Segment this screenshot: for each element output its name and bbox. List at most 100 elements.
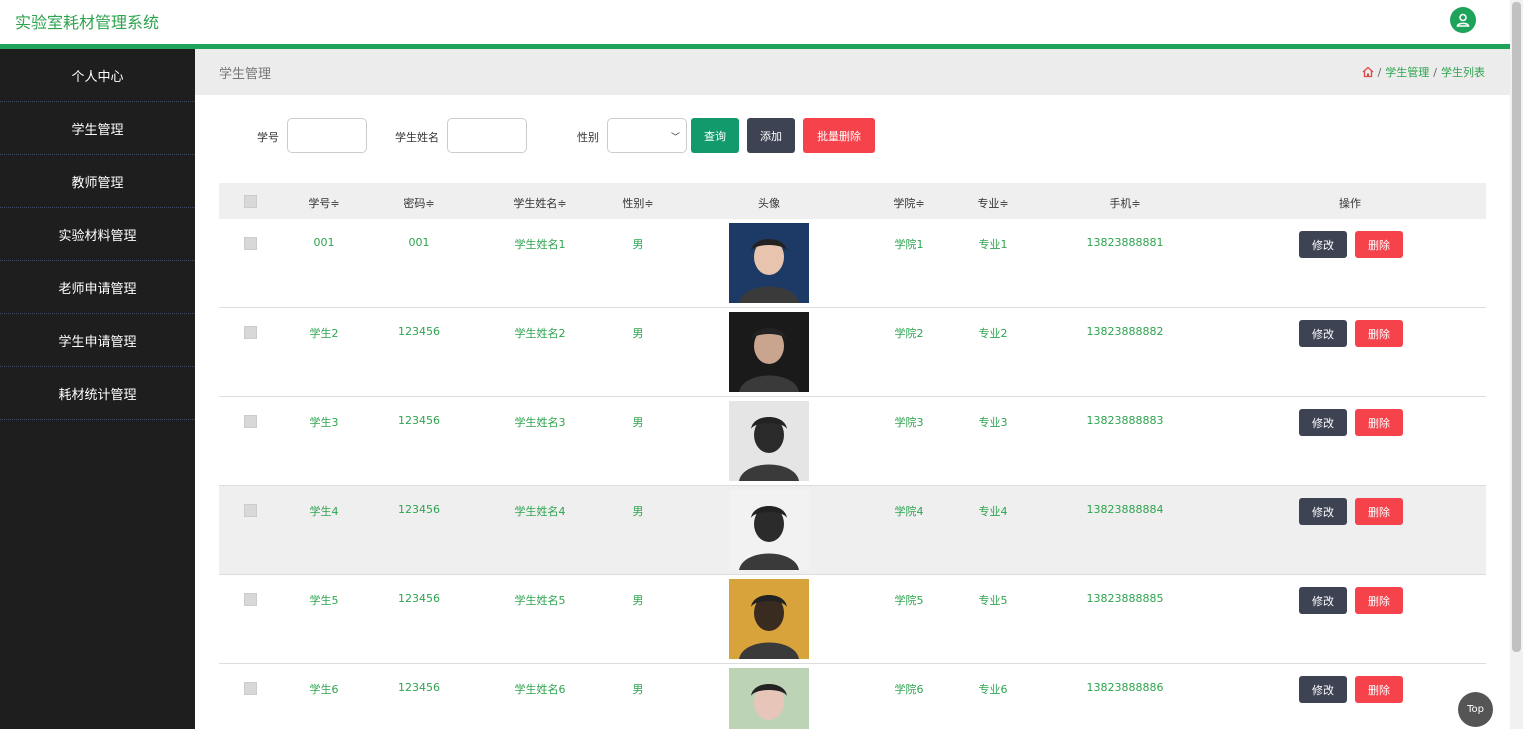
delete-button[interactable]: 删除 [1355,676,1403,703]
cell-student-no: 学生5 [309,594,339,607]
edit-button[interactable]: 修改 [1299,231,1347,258]
column-header-gender[interactable]: 性别≑ [622,195,653,211]
sidebar-item-label: 教师管理 [71,175,124,191]
cell-student-no: 学生3 [309,416,339,429]
sidebar-item-personal-center[interactable]: 个人中心 [0,49,195,102]
cell-college: 学院5 [894,594,924,607]
delete-button[interactable]: 删除 [1355,498,1403,525]
delete-button[interactable]: 删除 [1355,587,1403,614]
cell-student-no: 001 [313,236,335,249]
chevron-down-icon: ▾ [130,229,135,239]
cell-student-name: 学生姓名6 [514,683,566,696]
column-header-student-name[interactable]: 学生姓名≑ [513,195,566,211]
student-no-input[interactable] [287,118,367,153]
cell-phone: 13823888883 [1086,414,1164,427]
avatar [729,579,809,659]
cell-student-no: 学生6 [309,683,339,696]
cell-phone: 13823888885 [1086,592,1164,605]
table-row: 学生2 123456 学生姓名2 男 学院2 专业2 13823888882 修改 删除 [219,308,1486,397]
avatar [729,668,809,729]
row-checkbox[interactable] [244,593,257,606]
user-avatar-icon[interactable] [1450,7,1476,33]
cell-college: 学院1 [894,238,924,251]
sidebar-item-label: 耗材统计管理 [58,387,137,403]
cell-gender: 男 [632,683,644,696]
cell-phone: 13823888882 [1086,325,1164,338]
student-name-input[interactable] [447,118,527,153]
chevron-down-icon: ▾ [130,388,135,398]
chevron-down-icon: ▾ [130,335,135,345]
column-header-avatar: 头像 [758,197,780,210]
breadcrumb-bar: 学生管理 / 学生管理 / 学生列表 [195,49,1510,95]
table-row: 学生5 123456 学生姓名5 男 学院5 专业5 13823888885 修改 删除 [219,575,1486,664]
column-header-major[interactable]: 专业≑ [977,195,1008,211]
cell-phone: 13823888884 [1086,503,1164,516]
chevron-down-icon: ▾ [117,176,122,186]
cell-college: 学院2 [894,327,924,340]
breadcrumb-separator: / [1377,65,1382,79]
column-header-password[interactable]: 密码≑ [403,195,434,211]
select-all-checkbox[interactable] [244,195,257,208]
avatar [729,490,809,570]
add-button[interactable]: 添加 [747,118,795,153]
cell-college: 学院4 [894,505,924,518]
cell-password: 123456 [398,681,440,694]
sidebar-item-consumable-statistics[interactable]: 耗材统计管理 ▾ [0,367,195,420]
row-checkbox[interactable] [244,504,257,517]
row-checkbox[interactable] [244,237,257,250]
back-to-top-button[interactable]: Top [1458,692,1493,727]
page-title: 学生管理 [219,67,272,82]
row-checkbox[interactable] [244,415,257,428]
sidebar-item-student-applications[interactable]: 学生申请管理 ▾ [0,314,195,367]
edit-button[interactable]: 修改 [1299,587,1347,614]
batch-delete-button[interactable]: 批量删除 [803,118,875,153]
app-title: 实验室耗材管理系统 [15,13,160,32]
column-header-student-no[interactable]: 学号≑ [308,195,339,211]
cell-student-no: 学生2 [309,327,339,340]
cell-student-name: 学生姓名3 [514,416,566,429]
edit-button[interactable]: 修改 [1299,409,1347,436]
cell-major: 专业1 [978,238,1008,251]
row-checkbox[interactable] [244,326,257,339]
delete-button[interactable]: 删除 [1355,409,1403,436]
breadcrumb-item[interactable]: 学生管理 [1385,64,1429,80]
table-header: 学号≑ 密码≑ 学生姓名≑ 性别≑ 头像 学院≑ 专业≑ 手机≑ 操作 [219,183,1486,219]
home-icon[interactable] [1362,66,1374,78]
edit-button[interactable]: 修改 [1299,498,1347,525]
column-header-phone[interactable]: 手机≑ [1109,195,1140,211]
top-bar: 实验室耗材管理系统 [0,0,1510,44]
cell-password: 123456 [398,592,440,605]
cell-password: 123456 [398,503,440,516]
sidebar-item-teacher-management[interactable]: 教师管理 ▾ [0,155,195,208]
cell-student-name: 学生姓名1 [514,238,566,251]
delete-button[interactable]: 删除 [1355,231,1403,258]
cell-gender: 男 [632,416,644,429]
sidebar-item-material-management[interactable]: 实验材料管理 ▾ [0,208,195,261]
table-row: 学生6 123456 学生姓名6 男 学院6 专业6 13823888886 修改 删除 [219,664,1486,729]
edit-button[interactable]: 修改 [1299,320,1347,347]
query-button[interactable]: 查询 [691,118,739,153]
sidebar-item-teacher-applications[interactable]: 老师申请管理 ▾ [0,261,195,314]
column-header-college[interactable]: 学院≑ [893,195,924,211]
sidebar-item-label: 老师申请管理 [58,281,137,297]
student-table: 学号≑ 密码≑ 学生姓名≑ 性别≑ 头像 学院≑ 专业≑ 手机≑ 操作 001 0… [219,183,1486,729]
scrollbar-thumb[interactable] [1512,2,1521,652]
avatar [729,401,809,481]
cell-gender: 男 [632,594,644,607]
gender-select[interactable]: ﹀ [607,118,687,153]
cell-college: 学院3 [894,416,924,429]
cell-major: 专业5 [978,594,1008,607]
sidebar-item-label: 学生申请管理 [58,334,137,350]
user-icon [1456,13,1470,27]
cell-password: 123456 [398,325,440,338]
cell-major: 专业4 [978,505,1008,518]
gender-label: 性别 [577,131,599,144]
breadcrumb-item[interactable]: 学生列表 [1441,64,1485,80]
row-checkbox[interactable] [244,682,257,695]
cell-major: 专业3 [978,416,1008,429]
table-row: 学生4 123456 学生姓名4 男 学院4 专业4 13823888884 修改 删除 [219,486,1486,575]
page-scrollbar[interactable] [1510,0,1523,729]
edit-button[interactable]: 修改 [1299,676,1347,703]
cell-gender: 男 [632,327,644,340]
delete-button[interactable]: 删除 [1355,320,1403,347]
